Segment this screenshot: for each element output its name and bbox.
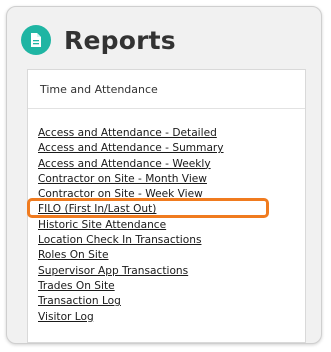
link-transaction-log[interactable]: Transaction Log <box>38 295 121 307</box>
list-item: Location Check In Transactions <box>38 233 224 248</box>
link-visitor-log[interactable]: Visitor Log <box>38 311 94 323</box>
list-item: Historic Site Attendance <box>38 218 224 233</box>
page-title: Reports <box>64 25 176 55</box>
list-item: Supervisor App Transactions <box>38 264 224 279</box>
link-historic-site-attendance[interactable]: Historic Site Attendance <box>38 219 166 231</box>
time-attendance-panel: Time and Attendance Access and Attendanc… <box>27 69 306 343</box>
document-icon-glyph <box>31 33 41 47</box>
link-location-check-in[interactable]: Location Check In Transactions <box>38 234 201 246</box>
link-access-attendance-summary[interactable]: Access and Attendance - Summary <box>38 142 224 154</box>
list-item: Contractor on Site - Week View <box>38 187 224 202</box>
link-contractor-week-view[interactable]: Contractor on Site - Week View <box>38 188 203 200</box>
list-item: Visitor Log <box>38 310 224 325</box>
report-links-list: Access and Attendance - Detailed Access … <box>38 126 224 325</box>
list-item: Access and Attendance - Summary <box>38 141 224 156</box>
link-access-attendance-detailed[interactable]: Access and Attendance - Detailed <box>38 127 217 139</box>
list-item: Access and Attendance - Detailed <box>38 126 224 141</box>
list-item: Transaction Log <box>38 294 224 309</box>
panel-heading: Time and Attendance <box>28 70 305 109</box>
link-access-attendance-weekly[interactable]: Access and Attendance - Weekly <box>38 158 211 170</box>
list-item: FILO (First In/Last Out) <box>38 202 224 217</box>
link-roles-on-site[interactable]: Roles On Site <box>38 249 108 261</box>
link-supervisor-app-transactions[interactable]: Supervisor App Transactions <box>38 265 188 277</box>
list-item: Roles On Site <box>38 248 224 263</box>
list-item: Trades On Site <box>38 279 224 294</box>
list-item: Access and Attendance - Weekly <box>38 157 224 172</box>
document-icon <box>21 25 51 55</box>
link-trades-on-site[interactable]: Trades On Site <box>38 280 115 292</box>
link-filo[interactable]: FILO (First In/Last Out) <box>38 203 156 215</box>
reports-header: Reports <box>21 25 176 55</box>
link-contractor-month-view[interactable]: Contractor on Site - Month View <box>38 173 207 185</box>
reports-card: Reports Time and Attendance Access and A… <box>6 6 322 344</box>
list-item: Contractor on Site - Month View <box>38 172 224 187</box>
